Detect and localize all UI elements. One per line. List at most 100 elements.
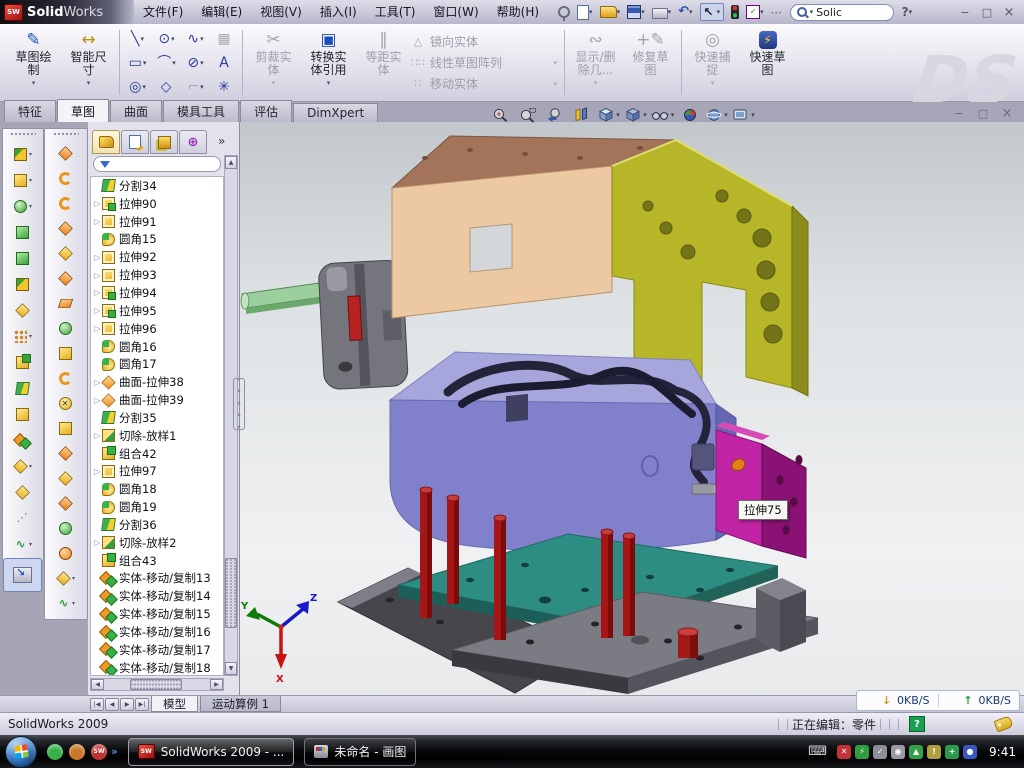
trim-entities-button[interactable]: ✂ 剪裁实 体▾ xyxy=(246,26,301,99)
search-box[interactable]: ▾ Solic xyxy=(790,4,894,21)
replace-face-icon[interactable] xyxy=(48,416,84,441)
expand-arrow-icon[interactable]: ▷ xyxy=(93,324,102,333)
graphics-area[interactable]: X Y Z xyxy=(240,122,1024,695)
tree-item[interactable]: ▷ 拉伸93 xyxy=(91,266,223,284)
options-checklist-icon[interactable]: ✓▾ xyxy=(746,5,764,19)
search-input[interactable]: Solic xyxy=(816,6,842,19)
offset-entities-button[interactable]: ∥ 等距实 体 xyxy=(356,26,411,99)
point-icon[interactable]: ✳ xyxy=(210,75,239,99)
scroll-thumb[interactable] xyxy=(225,558,237,628)
dome-icon[interactable] xyxy=(48,541,84,566)
tree-item[interactable]: 实体-移动/复制15 xyxy=(91,605,223,623)
swept-surface-icon[interactable] xyxy=(48,166,84,191)
panel-tabs-overflow[interactable]: » xyxy=(218,134,225,148)
slot-icon[interactable]: ◎▾ xyxy=(123,75,152,99)
ribbon-tab[interactable]: 特征 xyxy=(4,100,56,122)
reference-point2-icon[interactable]: ▾ xyxy=(48,566,84,591)
ribbon-tab[interactable]: 评估 xyxy=(240,100,292,122)
fillet-icon[interactable]: ▾ xyxy=(5,193,41,219)
extend-surface-icon[interactable] xyxy=(48,366,84,391)
ribbon-tab[interactable]: 模具工具 xyxy=(163,100,239,122)
part-cavity-block[interactable] xyxy=(390,352,736,551)
surface-fillet-icon[interactable] xyxy=(48,516,84,541)
linear-sketch-pattern-button[interactable]: ∷∷线性草图阵列▾ xyxy=(411,54,561,71)
taskbar-task-button[interactable]: SW SolidWorks 2009 - ... xyxy=(128,738,295,766)
tab-configurationmanager[interactable] xyxy=(150,130,178,154)
tab-propertymanager[interactable] xyxy=(121,130,149,154)
offset-surface-icon[interactable] xyxy=(48,316,84,341)
restore-button[interactable] xyxy=(978,5,996,20)
tree-item[interactable]: 分割36 xyxy=(91,516,223,534)
measure-tool-button[interactable] xyxy=(3,558,42,592)
ribbon-tab[interactable]: 曲面 xyxy=(110,100,162,122)
menu-item[interactable]: 文件(F) xyxy=(134,0,192,24)
scroll-left-icon[interactable]: ◀ xyxy=(91,679,104,690)
security-center-icon[interactable]: ✕ xyxy=(837,745,851,759)
document-tab[interactable]: 运动算例 1 xyxy=(200,696,281,712)
open-file-icon[interactable]: ▾ xyxy=(600,6,621,18)
scroll-down-icon[interactable]: ▼ xyxy=(225,662,237,675)
menu-item[interactable]: 视图(V) xyxy=(251,0,311,24)
boss-extrude-icon[interactable]: ▾ xyxy=(5,141,41,167)
tree-item[interactable]: 分割35 xyxy=(91,409,223,427)
revolved-surface-icon[interactable] xyxy=(48,141,84,166)
vpn-icon[interactable]: ▲ xyxy=(909,745,923,759)
split-icon[interactable] xyxy=(5,375,41,401)
linear-pattern-icon[interactable]: ▾ xyxy=(5,323,41,349)
filled-surface-icon[interactable] xyxy=(48,241,84,266)
tree-item[interactable]: 圆角17 xyxy=(91,355,223,373)
tree-item[interactable]: 实体-移动/复制14 xyxy=(91,587,223,605)
extruded-cut-icon[interactable]: ▾ xyxy=(5,167,41,193)
expand-arrow-icon[interactable]: ▷ xyxy=(93,306,102,315)
sketch-button[interactable]: ✎ 草图绘 制▾ xyxy=(6,26,61,99)
tab-nav-button[interactable]: |◀ xyxy=(90,698,104,711)
undo-icon[interactable]: ↶▾ xyxy=(678,5,692,19)
3d-model[interactable]: X Y Z xyxy=(240,122,1024,695)
select-tool-button[interactable]: ↖▾ xyxy=(700,3,725,21)
part-yoke-block[interactable] xyxy=(612,140,808,396)
tree-item[interactable]: 实体-移动/复制17 xyxy=(91,641,223,659)
expand-arrow-icon[interactable]: ▷ xyxy=(93,538,102,547)
tree-item[interactable]: ▷ 拉伸97 xyxy=(91,463,223,481)
expand-arrow-icon[interactable]: ▷ xyxy=(93,217,102,226)
lofted-surface-icon[interactable] xyxy=(48,191,84,216)
tab-nav-button[interactable]: ▶ xyxy=(120,698,134,711)
curve2-icon[interactable]: ∿▾ xyxy=(48,591,84,616)
toolbar-drag-handle[interactable] xyxy=(10,132,36,137)
tree-item[interactable]: 组合42 xyxy=(91,445,223,463)
expand-arrow-icon[interactable]: ▷ xyxy=(93,199,102,208)
part-ejector-rod[interactable] xyxy=(241,282,330,314)
previous-view-icon[interactable] xyxy=(542,105,567,125)
tree-item[interactable]: 圆角15 xyxy=(91,231,223,249)
new-file-icon[interactable]: ▾ xyxy=(577,5,593,20)
tree-item[interactable]: ▷ 拉伸94 xyxy=(91,284,223,302)
lofted-boss-icon[interactable] xyxy=(5,245,41,271)
keyboard-layout-icon[interactable]: ⌨ xyxy=(808,745,827,759)
expand-arrow-icon[interactable]: ▷ xyxy=(93,288,102,297)
scroll-right-icon[interactable]: ▶ xyxy=(210,679,223,690)
doc-minimize-button[interactable] xyxy=(950,106,968,120)
tree-item[interactable]: ▷ 曲面-拉伸39 xyxy=(91,391,223,409)
rib-icon[interactable] xyxy=(5,297,41,323)
tab-dimxpertmanager[interactable]: ⊕ xyxy=(179,130,207,154)
ribbon-tab[interactable]: 草图 xyxy=(57,99,109,122)
reference-axis-icon[interactable]: ⋰ xyxy=(5,505,41,531)
sketch-fillet-icon[interactable]: ⌐▾ xyxy=(181,75,210,99)
zoom-fit-icon[interactable] xyxy=(488,105,513,125)
hide-show-items-icon[interactable] xyxy=(650,105,675,125)
tree-item[interactable]: ▷ 拉伸92 xyxy=(91,248,223,266)
taskbar-task-button[interactable]: 未命名 - 画图 xyxy=(304,738,416,766)
tree-item[interactable]: ▷ 切除-放样2 xyxy=(91,534,223,552)
minimize-button[interactable] xyxy=(956,5,974,20)
mirror-entities-button[interactable]: △镜向实体 xyxy=(411,33,561,50)
selection-grid-icon[interactable]: ▦ xyxy=(210,27,239,51)
move-copy-body-icon[interactable] xyxy=(5,427,41,453)
ruled-surface-icon[interactable] xyxy=(48,341,84,366)
combine-icon[interactable] xyxy=(5,349,41,375)
edit-appearance-icon[interactable] xyxy=(677,105,702,125)
delete-body-icon[interactable] xyxy=(5,401,41,427)
ql-messenger-icon[interactable] xyxy=(47,744,63,760)
doc-restore-button[interactable] xyxy=(974,106,992,120)
thicken-icon[interactable] xyxy=(48,491,84,516)
rapid-sketch-button[interactable]: ⚡ 快速草 图 xyxy=(740,26,795,99)
